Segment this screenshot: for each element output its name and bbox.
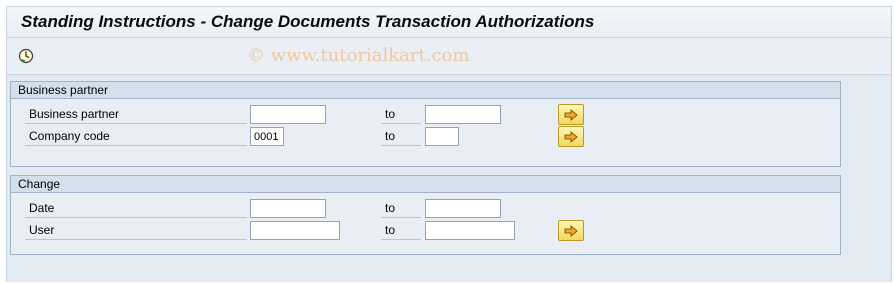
date-label: Date: [25, 199, 247, 218]
row-company-code: Company code to: [25, 126, 625, 147]
row-date: Date to: [25, 199, 625, 219]
business-partner-to-label: to: [381, 105, 421, 124]
user-label: User: [25, 221, 247, 240]
company-code-multiple-selection-button[interactable]: [558, 126, 584, 147]
date-to-label: to: [381, 199, 421, 218]
row-user: User to: [25, 220, 625, 241]
title-bar: Standing Instructions - Change Documents…: [7, 7, 891, 38]
company-code-label: Company code: [25, 127, 247, 146]
business-partner-to-input[interactable]: [425, 105, 501, 124]
user-from-input[interactable]: [250, 221, 340, 240]
user-to-label: to: [381, 221, 421, 240]
date-to-input[interactable]: [425, 199, 501, 218]
watermark-text: © www.tutorialkart.com: [247, 45, 470, 66]
business-partner-label: Business partner: [25, 105, 247, 124]
selection-screen: Business partner Business partner to Com…: [7, 75, 891, 282]
group-header-change: Change: [11, 176, 840, 193]
change-group: Change Date to User to: [10, 175, 841, 255]
row-business-partner: Business partner to: [25, 104, 625, 125]
user-multiple-selection-button[interactable]: [558, 220, 584, 241]
user-to-input[interactable]: [425, 221, 515, 240]
business-partner-from-input[interactable]: [250, 105, 326, 124]
arrow-right-icon: [564, 130, 578, 143]
company-code-from-input[interactable]: [250, 127, 284, 146]
app-window: Standing Instructions - Change Documents…: [6, 6, 892, 282]
group-header-business-partner: Business partner: [11, 82, 840, 99]
application-toolbar: © www.tutorialkart.com: [7, 38, 891, 75]
arrow-right-icon: [564, 224, 578, 237]
company-code-to-input[interactable]: [425, 127, 459, 146]
business-partner-multiple-selection-button[interactable]: [558, 104, 584, 125]
company-code-to-label: to: [381, 127, 421, 146]
page-title: Standing Instructions - Change Documents…: [21, 12, 595, 31]
execute-icon[interactable]: [17, 47, 35, 65]
arrow-right-icon: [564, 108, 578, 121]
business-partner-group: Business partner Business partner to Com…: [10, 81, 841, 167]
date-from-input[interactable]: [250, 199, 326, 218]
